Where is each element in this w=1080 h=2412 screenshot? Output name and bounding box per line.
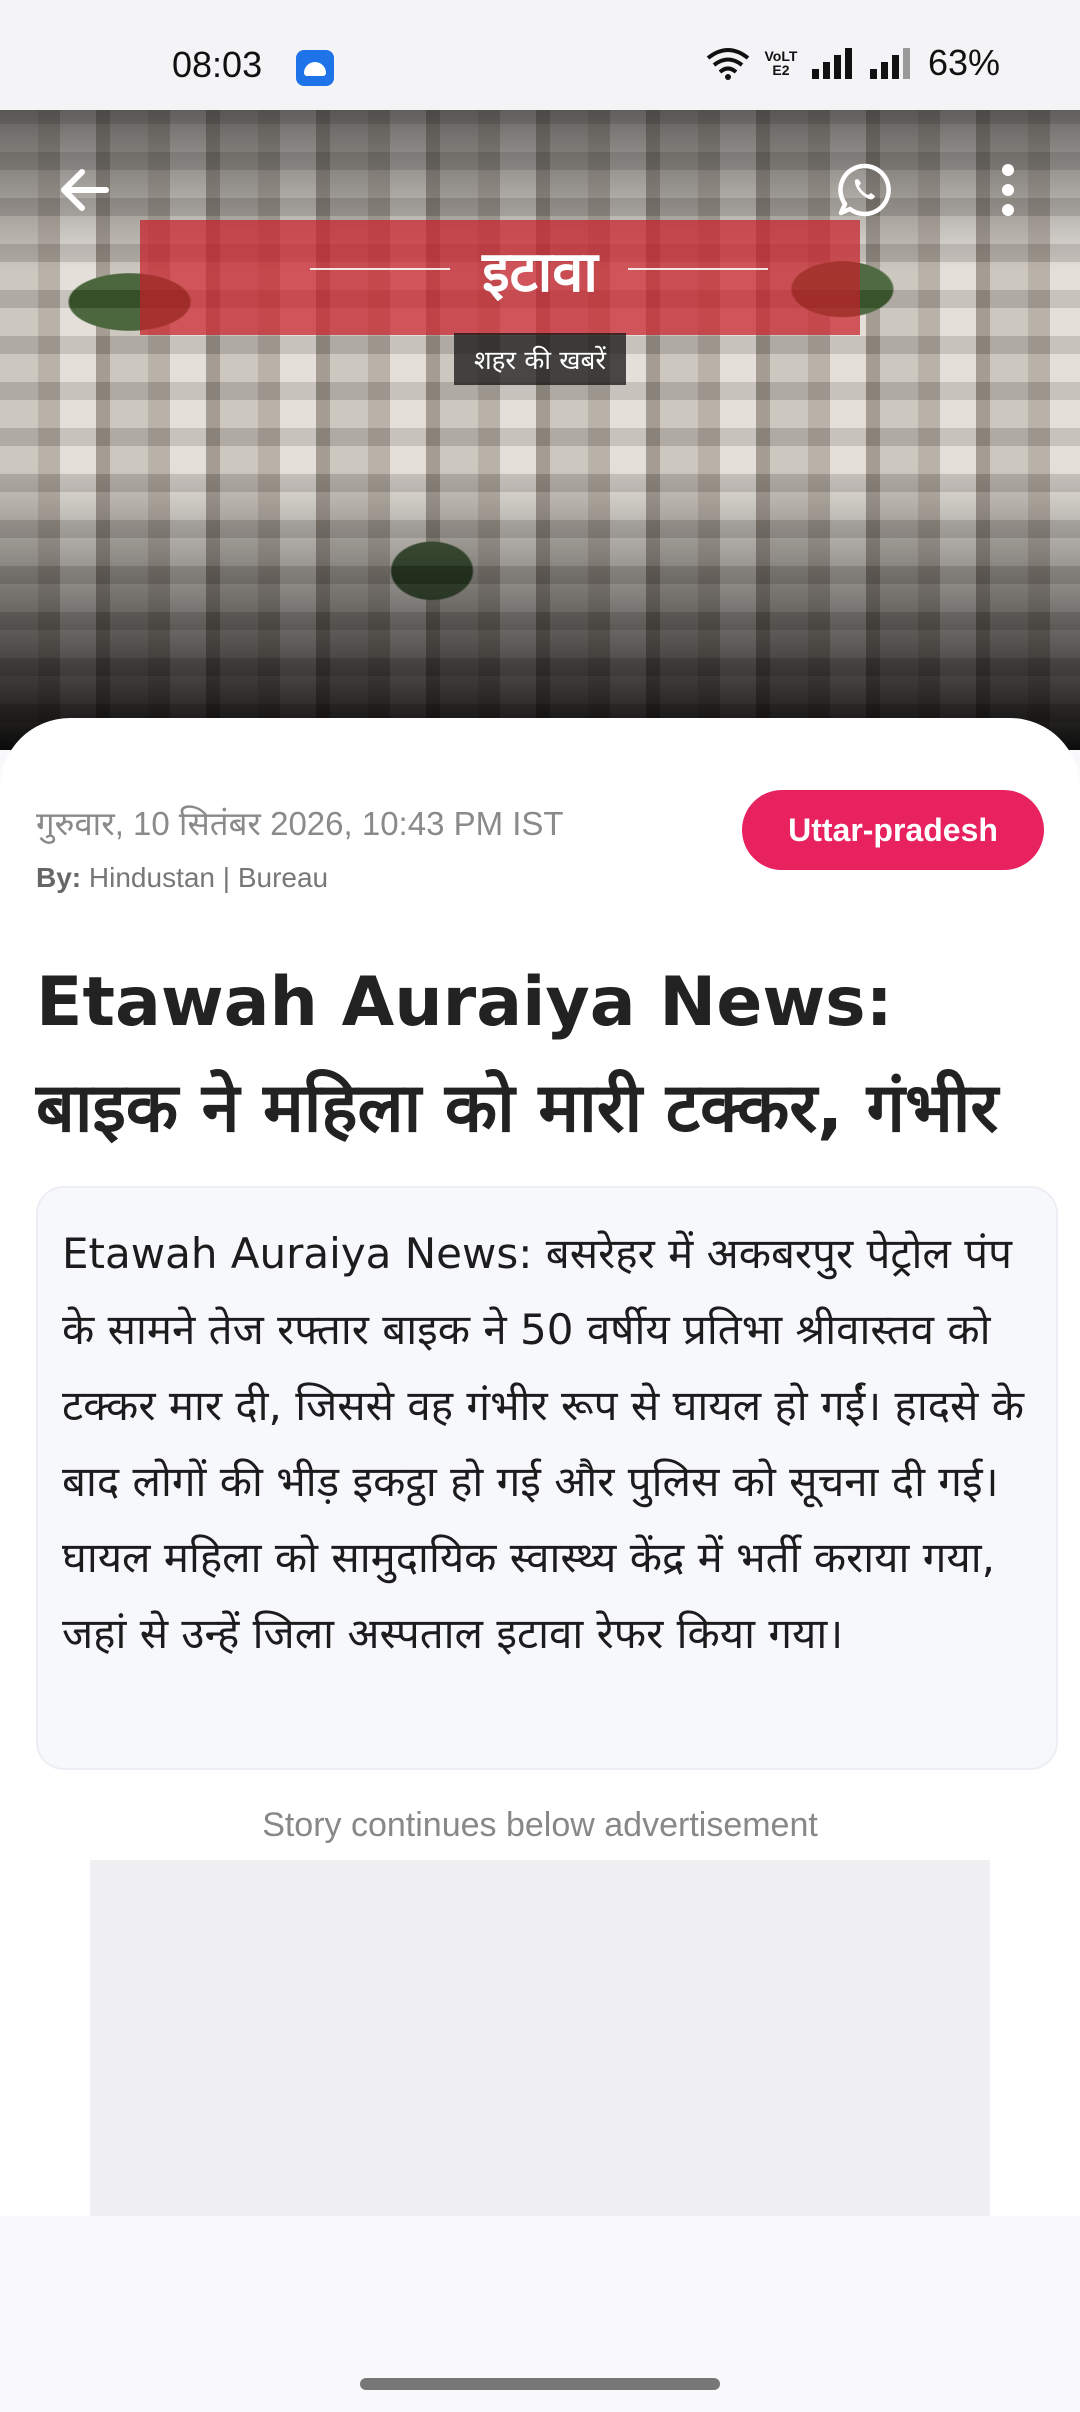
category-badge[interactable]: Uttar-pradesh bbox=[742, 790, 1044, 870]
article-date: गुरुवार, 10 सितंबर 2026, 10:43 PM IST bbox=[36, 805, 564, 842]
status-time: 08:03 bbox=[172, 44, 263, 85]
battery-level: 63% bbox=[927, 42, 1000, 83]
author: Hindustan | Bureau bbox=[88, 862, 329, 893]
signal-icon bbox=[869, 47, 914, 79]
more-options-button[interactable] bbox=[994, 162, 1022, 218]
android-notification-icon bbox=[296, 50, 334, 86]
advertisement-label: Story continues below advertisement bbox=[262, 1806, 818, 1844]
back-button[interactable] bbox=[54, 160, 114, 220]
wifi-icon bbox=[706, 46, 750, 80]
status-bar: 08:03 VoLTE2 63% bbox=[0, 0, 1080, 110]
status-icons: VoLTE2 63% bbox=[706, 42, 1000, 84]
byline: By: Hindustan | Bureau bbox=[36, 862, 328, 894]
whatsapp-share-button[interactable] bbox=[836, 162, 892, 218]
article-summary: Etawah Auraiya News: बसरेहर में अकबरपुर … bbox=[62, 1229, 1025, 1658]
arrow-left-icon bbox=[61, 169, 109, 211]
more-vertical-icon bbox=[1002, 164, 1014, 216]
city-title: इटावा bbox=[482, 240, 598, 305]
volte-icon: VoLTE2 bbox=[764, 48, 798, 78]
article-headline: Etawah Auraiya News: बाइक ने महिला को मा… bbox=[36, 963, 999, 1148]
article-summary-box: Etawah Auraiya News: बसरेहर में अकबरपुर … bbox=[36, 1186, 1058, 1770]
whatsapp-icon bbox=[838, 163, 891, 217]
city-banner-image bbox=[0, 110, 1080, 750]
signal-icon bbox=[811, 47, 856, 79]
home-indicator[interactable] bbox=[360, 2378, 720, 2390]
city-subtitle: शहर की खबरें bbox=[453, 333, 627, 385]
advertisement-slot[interactable] bbox=[90, 1860, 990, 2216]
by-label: By: bbox=[36, 862, 82, 893]
